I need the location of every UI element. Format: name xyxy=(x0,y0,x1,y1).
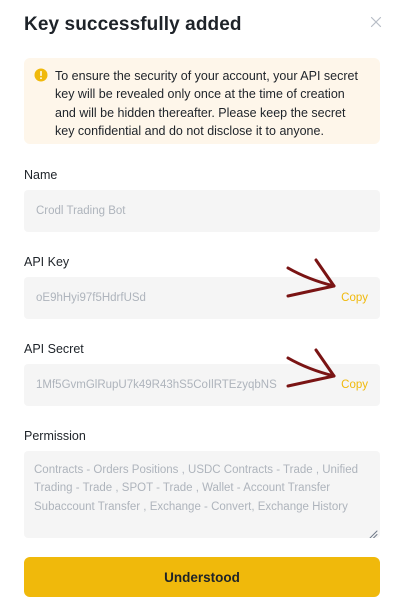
key-added-dialog: Key successfully added To ensure the sec… xyxy=(0,0,406,603)
api-key-value: oE9hHyi97f5HdrfUSd xyxy=(36,292,146,304)
understood-button[interactable]: Understood xyxy=(24,557,380,597)
copy-api-key-button[interactable]: Copy xyxy=(341,292,368,304)
name-label: Name xyxy=(24,168,58,182)
permission-label: Permission xyxy=(24,429,86,443)
security-notice: To ensure the security of your account, … xyxy=(24,58,380,144)
api-secret-field: 1Mf5GvmGlRupU7k49R43hS5CoIlRTEzyqbNS Cop… xyxy=(24,364,380,406)
dialog-title: Key successfully added xyxy=(24,14,242,35)
warning-icon xyxy=(34,68,48,82)
copy-api-secret-button[interactable]: Copy xyxy=(341,379,368,391)
permission-textarea[interactable]: Contracts - Orders Positions , USDC Cont… xyxy=(24,451,380,538)
notice-text: To ensure the security of your account, … xyxy=(55,69,358,138)
api-secret-label: API Secret xyxy=(24,342,84,356)
api-secret-value: 1Mf5GvmGlRupU7k49R43hS5CoIlRTEzyqbNS xyxy=(36,379,277,391)
name-value: Crodl Trading Bot xyxy=(36,205,126,217)
api-key-label: API Key xyxy=(24,255,70,269)
close-icon[interactable] xyxy=(368,14,384,30)
resize-handle-icon[interactable] xyxy=(369,527,378,538)
permission-value: Contracts - Orders Positions , USDC Cont… xyxy=(34,464,359,513)
name-field[interactable]: Crodl Trading Bot xyxy=(24,190,380,232)
api-key-field: oE9hHyi97f5HdrfUSd Copy xyxy=(24,277,380,319)
